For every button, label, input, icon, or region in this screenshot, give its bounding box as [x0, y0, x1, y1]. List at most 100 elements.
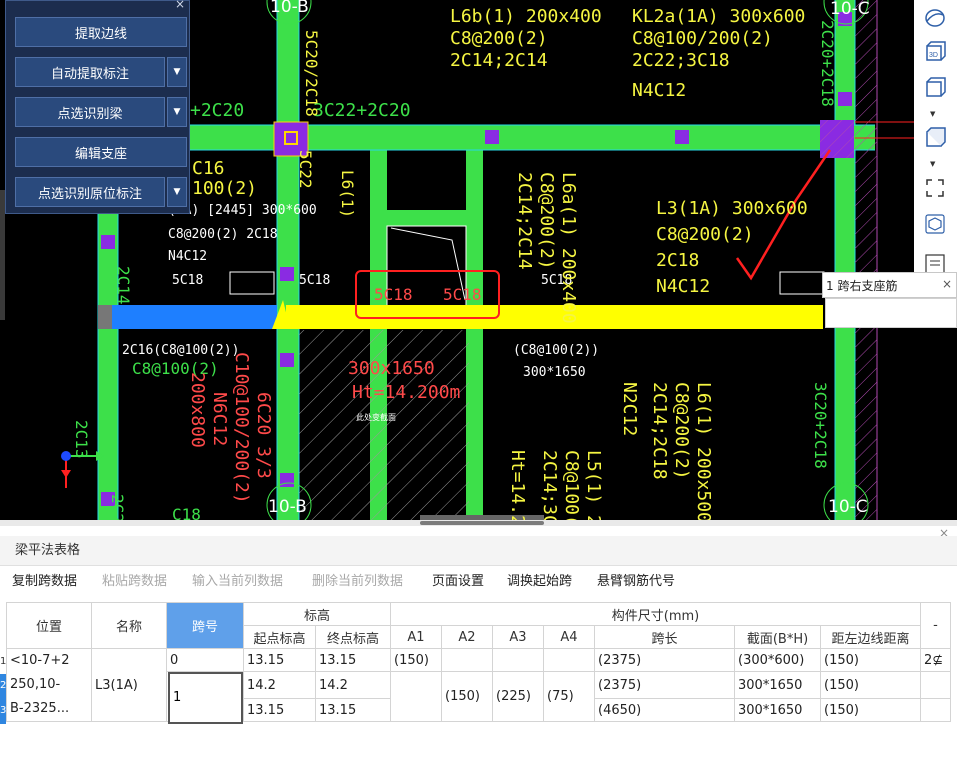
auto-extract-label-button[interactable]: 自动提取标注 [15, 57, 165, 87]
col-header-a1[interactable]: A1 [390, 625, 442, 649]
cad-annotation-text[interactable]: 2C20+2C18 [818, 20, 837, 107]
cad-annotation-text[interactable]: Ht=14.200m [352, 382, 460, 403]
col-header-a2[interactable]: A2 [441, 625, 493, 649]
swap-start-span-button[interactable]: 调换起始跨 [507, 568, 572, 596]
cell-a2[interactable] [441, 648, 493, 672]
cell-section[interactable]: 300*1650 [734, 698, 821, 722]
cad-annotation-text[interactable]: 2C14 [114, 266, 133, 305]
cell-left-distance[interactable]: (150) [820, 671, 921, 699]
cell-a4[interactable]: (75) [543, 671, 595, 722]
cad-annotation-text[interactable]: 5C18 [374, 285, 413, 304]
cad-annotation-text[interactable]: 2C16(C8@100(2)) [122, 343, 239, 358]
col-header-left-distance[interactable]: 距左边线距离 [820, 625, 921, 649]
cell-section[interactable]: 300*1650 [734, 671, 821, 699]
cad-annotation-text[interactable]: 2C22;3C18 [632, 50, 730, 71]
edit-support-button[interactable]: 编辑支座 [15, 137, 187, 167]
paste-span-data-button[interactable]: 粘贴跨数据 [102, 568, 167, 596]
cube-view-icon[interactable] [922, 76, 948, 100]
span-edit-input[interactable]: 1 [168, 672, 243, 724]
cad-annotation-text[interactable]: N4C12 [632, 80, 686, 101]
cad-annotation-text[interactable]: 2C18 [656, 250, 699, 271]
cad-annotation-text[interactable]: L6b(1) 200x400 [450, 6, 602, 27]
col-header-position[interactable]: 位置 [6, 602, 92, 649]
cad-annotation-text[interactable]: 200x800 [187, 372, 208, 448]
cad-annotation-text[interactable]: L6(1) [338, 170, 357, 218]
cad-annotation-text[interactable]: 6C20 3/3 [253, 392, 274, 479]
cad-annotation-text[interactable]: C18 [172, 505, 201, 520]
cell-a4[interactable] [543, 648, 595, 672]
cad-annotation-text[interactable]: 5C18 [443, 285, 482, 304]
cad-annotation-text[interactable]: 5C18 [299, 273, 330, 288]
cad-annotation-text[interactable]: C8@100/200(2) [632, 28, 773, 49]
cad-annotation-text[interactable]: C8@200(2) [536, 172, 557, 270]
cad-annotation-text[interactable]: 2C14;2C14 [514, 172, 535, 270]
cell-start-elev[interactable]: 14.2 [243, 671, 316, 699]
cad-annotation-text[interactable]: C8@200(2) [671, 382, 692, 480]
cell-a1[interactable]: (150) [390, 648, 442, 672]
col-header-extra[interactable]: - [920, 602, 951, 649]
cell-span-length[interactable]: (2375) [594, 671, 735, 699]
pick-identify-beam-button[interactable]: 点选识别梁 [15, 97, 165, 127]
splitter-grip[interactable] [420, 521, 544, 525]
cell-start-elev[interactable]: 13.15 [243, 698, 316, 722]
cad-annotation-text[interactable]: 300*1650 [523, 365, 586, 380]
cad-annotation-text[interactable]: L3(1A) 300x600 [656, 198, 808, 219]
cad-annotation-text[interactable]: +2C20 [190, 100, 244, 121]
col-header-span[interactable]: 跨号 [166, 602, 244, 649]
table-row[interactable]: <10-7+2 250,10- B-2325... L3(1A) 0 13.15… [6, 648, 951, 722]
view-dropdown-icon[interactable]: ▼ [930, 110, 935, 118]
extract-edge-button[interactable]: 提取边线 [15, 17, 187, 47]
tooltip-input-box[interactable] [825, 298, 957, 328]
copy-span-data-button[interactable]: 复制跨数据 [12, 568, 77, 596]
cad-annotation-text[interactable]: N4C12 [168, 249, 207, 264]
page-setup-button[interactable]: 页面设置 [432, 568, 484, 596]
cad-annotation-text[interactable]: 5C18 [172, 273, 203, 288]
tooltip-close-icon[interactable]: × [942, 277, 952, 291]
cell-span[interactable]: 0 [166, 648, 244, 672]
col-header-name[interactable]: 名称 [91, 602, 167, 649]
cad-annotation-text[interactable]: C16 [192, 158, 225, 179]
cad-annotation-text[interactable]: (C8@100(2)) [513, 343, 599, 358]
cad-annotation-text[interactable]: 5C22 [296, 150, 315, 189]
col-header-a3[interactable]: A3 [492, 625, 544, 649]
cantilever-rebar-code-button[interactable]: 悬臂钢筋代号 [597, 568, 675, 596]
cad-annotation-text[interactable]: 3C22+2C20 [313, 100, 411, 121]
cell-position[interactable]: <10-7+2 250,10- B-2325... [6, 648, 92, 722]
delete-column-data-button[interactable]: 删除当前列数据 [312, 568, 403, 596]
pick-identify-dropdown-icon[interactable]: ▼ [167, 97, 187, 127]
cad-annotation-text[interactable]: Ht=14.2 [507, 450, 528, 520]
top-view-icon[interactable] [922, 126, 948, 150]
cell-span-length[interactable]: (2375) [594, 648, 735, 672]
cad-annotation-text[interactable]: 2C14;2C14 [450, 50, 548, 71]
cell-section[interactable]: (300*600) [734, 648, 821, 672]
cell-span-length[interactable]: (4650) [594, 698, 735, 722]
cell-end-elev[interactable]: 13.15 [315, 648, 391, 672]
cad-annotation-text[interactable]: L5(1) 2 [583, 450, 604, 520]
col-header-span-length[interactable]: 跨长 [594, 625, 735, 649]
cell-left-distance[interactable]: (150) [820, 698, 921, 722]
cell-extra[interactable] [920, 698, 951, 722]
view-dropdown-icon-2[interactable]: ▼ [930, 160, 935, 168]
cell-extra[interactable]: 2⊈ [920, 648, 951, 672]
orbit-icon[interactable] [922, 6, 948, 30]
cad-annotation-text[interactable]: C8@200(2) [450, 28, 548, 49]
cad-annotation-text[interactable]: 3C20+2C18 [811, 382, 830, 469]
cell-extra[interactable] [920, 671, 951, 699]
cad-annotation-text[interactable]: 5C20/2C18 [302, 30, 321, 117]
cad-annotation-text[interactable]: 100(2) [192, 178, 257, 199]
cad-annotation-text[interactable]: C8@200(2) 2C18 [168, 227, 278, 242]
cell-a3[interactable] [492, 648, 544, 672]
cad-annotation-text[interactable]: 2C14;3C [539, 450, 560, 520]
cad-annotation-text[interactable]: N2C12 [619, 382, 640, 436]
cell-end-elev[interactable]: 14.2 [315, 671, 391, 699]
input-column-data-button[interactable]: 输入当前列数据 [192, 568, 283, 596]
cad-annotation-text[interactable]: L6(1) 200x500 [693, 382, 714, 520]
view-3d-icon[interactable]: 3D [922, 40, 948, 64]
cad-annotation-text[interactable]: C10@100/200(2) [231, 352, 252, 504]
cad-annotation-text[interactable]: 2C13 [72, 420, 91, 459]
cad-annotation-text[interactable]: N4C12 [656, 276, 710, 297]
fullscreen-icon[interactable] [922, 176, 948, 200]
cell-start-elev[interactable]: 13.15 [243, 648, 316, 672]
cad-annotation-text[interactable]: L6a(1) 200x400 [558, 172, 579, 324]
col-header-start-elev[interactable]: 起点标高 [243, 625, 316, 649]
